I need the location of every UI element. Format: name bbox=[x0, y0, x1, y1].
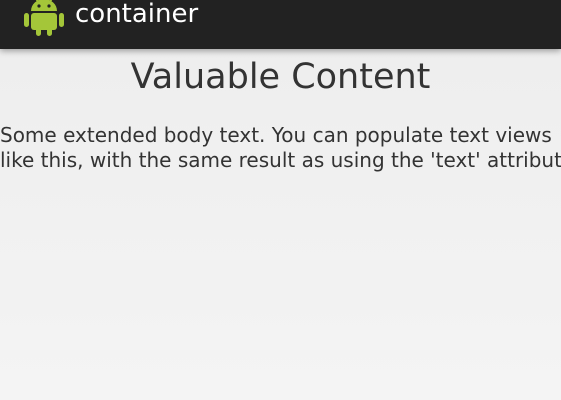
headline-text: Valuable Content bbox=[130, 57, 431, 97]
app-title: container bbox=[75, 0, 199, 29]
android-robot-icon[interactable] bbox=[22, 0, 66, 36]
body-text-line: Some extended body text. You can populat… bbox=[0, 123, 552, 147]
body-text: Some extended body text. You can populat… bbox=[0, 123, 561, 173]
main-content: Valuable Content Some extended body text… bbox=[0, 49, 561, 400]
body-text-line: like this, with the same result as using… bbox=[0, 148, 561, 172]
action-bar: container bbox=[0, 0, 561, 49]
